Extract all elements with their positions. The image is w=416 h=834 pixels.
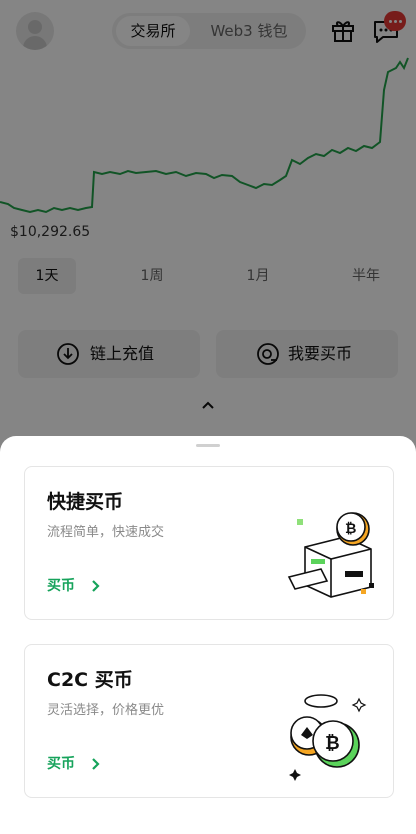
svg-text:₿: ₿	[325, 733, 340, 754]
atm-bitcoin-illustration: ₿	[287, 512, 374, 598]
coins-illustration: ₿	[289, 694, 367, 781]
chevron-right-icon	[92, 580, 100, 592]
card-subtitle: 灵活选择，价格更优	[47, 703, 165, 718]
card-buy-link[interactable]: 买币	[47, 753, 75, 773]
card-title: C2C 买币	[47, 669, 133, 691]
card-subtitle: 流程简单，快速成交	[47, 525, 165, 540]
card-buy-link[interactable]: 买币	[47, 575, 75, 595]
bottom-sheet: 快捷买币 流程简单，快速成交 买币 ₿ C2C 买币 灵活选择，价格更优 买币	[0, 436, 416, 834]
quick-buy-card[interactable]: 快捷买币 流程简单，快速成交 买币 ₿	[24, 466, 394, 620]
c2c-buy-card[interactable]: C2C 买币 灵活选择，价格更优 买币 ₿	[24, 644, 394, 798]
sheet-handle[interactable]	[196, 444, 220, 447]
chevron-right-icon	[92, 758, 100, 770]
card-title: 快捷买币	[47, 491, 124, 513]
svg-text:₿: ₿	[345, 521, 356, 537]
